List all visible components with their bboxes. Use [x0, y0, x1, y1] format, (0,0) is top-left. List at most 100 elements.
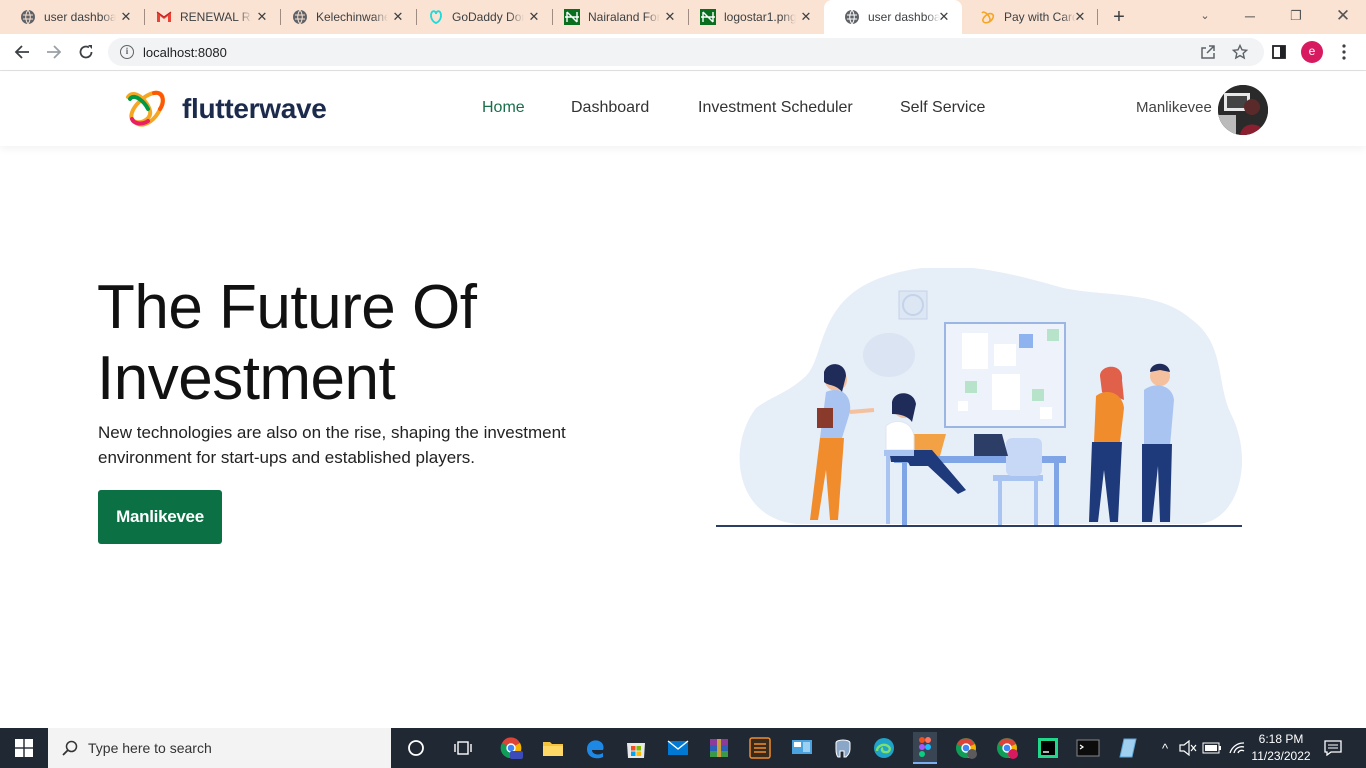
- nav-home[interactable]: Home: [482, 99, 525, 117]
- tab-title: Nairaland Forum: [588, 10, 660, 24]
- reload-icon: [79, 45, 93, 59]
- tab-kelechinwane[interactable]: Kelechinwane ✕: [272, 0, 416, 34]
- sublime-text-icon[interactable]: [748, 736, 772, 760]
- edge-icon[interactable]: [872, 736, 896, 760]
- search-placeholder: Type here to search: [88, 740, 212, 756]
- browser-toolbar: i localhost:8080: [0, 34, 1366, 71]
- battery-icon[interactable]: [1202, 738, 1222, 758]
- tab-user-dashboard-1[interactable]: user dashboard ✕: [0, 0, 144, 34]
- url-text: localhost:8080: [143, 44, 227, 60]
- close-icon[interactable]: ✕: [118, 9, 134, 25]
- start-button[interactable]: [0, 728, 48, 768]
- hero-title-line-1: The Future Of: [97, 273, 477, 342]
- system-clock[interactable]: 6:18 PM 11/23/2022: [1250, 731, 1312, 765]
- brand-logo[interactable]: flutterwave: [124, 89, 327, 129]
- tab-divider: [1097, 9, 1098, 25]
- globe-icon: [20, 9, 36, 25]
- godaddy-icon: [428, 9, 444, 25]
- flutterwave-logo-icon: [126, 90, 165, 127]
- mail-icon[interactable]: [666, 736, 690, 760]
- gmail-icon: [156, 9, 172, 25]
- tab-title: logostar1.png: [724, 10, 796, 24]
- browser-tab-strip: user dashboard ✕ RENEWAL REMINDER ✕ Kele…: [0, 0, 1366, 34]
- chrome-v-icon[interactable]: [954, 736, 978, 760]
- tab-title: Kelechinwane: [316, 10, 388, 24]
- search-icon: [62, 740, 78, 756]
- control-panel-icon[interactable]: [790, 736, 814, 760]
- taskbar-search-box[interactable]: Type here to search: [48, 728, 391, 768]
- globe-icon: [292, 9, 308, 25]
- pgadmin-elephant-icon[interactable]: [831, 736, 855, 760]
- address-bar[interactable]: i localhost:8080: [108, 38, 1264, 66]
- terminal-icon[interactable]: [1076, 736, 1100, 760]
- wifi-icon[interactable]: [1227, 738, 1247, 758]
- tab-search-chevron-icon[interactable]: ⌄: [1193, 4, 1217, 28]
- notepad-icon[interactable]: [1117, 736, 1141, 760]
- nav-investment-scheduler[interactable]: Investment Scheduler: [698, 99, 853, 117]
- globe-icon: [844, 9, 860, 25]
- figma-app-icon[interactable]: [913, 732, 937, 764]
- profile-avatar[interactable]: e: [1301, 41, 1323, 63]
- chrome-e-icon[interactable]: [995, 736, 1019, 760]
- close-icon[interactable]: ✕: [1072, 9, 1088, 25]
- nairaland-icon: [564, 9, 580, 25]
- close-icon[interactable]: ✕: [254, 9, 270, 25]
- team-meeting-illustration: [716, 266, 1243, 530]
- chrome-mr-icon[interactable]: [499, 736, 523, 760]
- bookmark-star-icon[interactable]: [1230, 42, 1250, 62]
- microsoft-store-icon[interactable]: [624, 736, 648, 760]
- windows-logo-icon: [15, 739, 33, 757]
- back-button[interactable]: [11, 41, 33, 63]
- edge-legacy-icon[interactable]: [583, 736, 607, 760]
- nav-dashboard[interactable]: Dashboard: [571, 99, 649, 117]
- clock-date: 11/23/2022: [1251, 749, 1311, 763]
- hero-subtitle: New technologies are also on the rise, s…: [98, 423, 566, 467]
- volume-muted-icon[interactable]: [1178, 738, 1198, 758]
- cortana-icon[interactable]: [404, 736, 428, 760]
- reload-button[interactable]: [75, 41, 97, 63]
- minimize-button[interactable]: ─: [1238, 4, 1262, 28]
- share-icon[interactable]: [1198, 42, 1218, 62]
- close-icon[interactable]: ✕: [390, 9, 406, 25]
- tab-title: RENEWAL REMINDER: [180, 10, 252, 24]
- tab-renewal-reminder[interactable]: RENEWAL REMINDER ✕: [136, 0, 280, 34]
- task-view-icon[interactable]: [452, 736, 476, 760]
- tab-logostar[interactable]: logostar1.png ✕: [680, 0, 824, 34]
- notifications-icon[interactable]: [1323, 738, 1343, 758]
- close-window-button[interactable]: ✕: [1331, 4, 1355, 28]
- tab-user-dashboard-active[interactable]: user dashboard ✕: [824, 0, 962, 34]
- site-info-icon[interactable]: i: [120, 45, 134, 59]
- new-tab-button[interactable]: +: [1108, 7, 1130, 29]
- nav-self-service[interactable]: Self Service: [900, 99, 985, 117]
- hero-title: The Future Of Investment: [97, 272, 477, 414]
- site-header: flutterwave Home Dashboard Investment Sc…: [0, 72, 1366, 146]
- flutterwave-icon: [980, 9, 996, 25]
- winrar-icon[interactable]: [707, 736, 731, 760]
- tab-title: Pay with Card: [1004, 10, 1076, 24]
- restore-button[interactable]: ❐: [1284, 4, 1308, 28]
- tab-title: GoDaddy Domain: [452, 10, 524, 24]
- tab-godaddy[interactable]: GoDaddy Domain ✕: [408, 0, 552, 34]
- brand-name: flutterwave: [182, 93, 327, 124]
- windows-taskbar: Type here to search ^ 6:18 PM 11/23/2022: [0, 728, 1366, 768]
- arrow-left-icon: [14, 45, 29, 59]
- arrow-right-icon: [47, 45, 62, 59]
- close-icon[interactable]: ✕: [662, 9, 678, 25]
- tab-pay-with-card[interactable]: Pay with Card ✕: [960, 0, 1098, 34]
- show-hidden-icons-chevron-icon[interactable]: ^: [1155, 738, 1175, 758]
- close-icon[interactable]: ✕: [798, 9, 814, 25]
- header-username[interactable]: Manlikevee: [1136, 99, 1212, 116]
- close-icon[interactable]: ✕: [936, 9, 952, 25]
- hero-title-line-2: Investment: [97, 344, 396, 413]
- close-icon[interactable]: ✕: [526, 9, 542, 25]
- forward-button[interactable]: [43, 41, 65, 63]
- pycharm-icon[interactable]: [1036, 736, 1060, 760]
- user-avatar[interactable]: [1218, 85, 1268, 135]
- browser-menu-icon[interactable]: [1334, 42, 1354, 62]
- nairaland-icon: [700, 9, 716, 25]
- side-panel-icon[interactable]: [1269, 42, 1289, 62]
- hero-cta-button[interactable]: Manlikevee: [98, 490, 222, 544]
- tab-nairaland[interactable]: Nairaland Forum ✕: [544, 0, 688, 34]
- file-explorer-icon[interactable]: [541, 736, 565, 760]
- tab-title: user dashboard: [44, 10, 116, 24]
